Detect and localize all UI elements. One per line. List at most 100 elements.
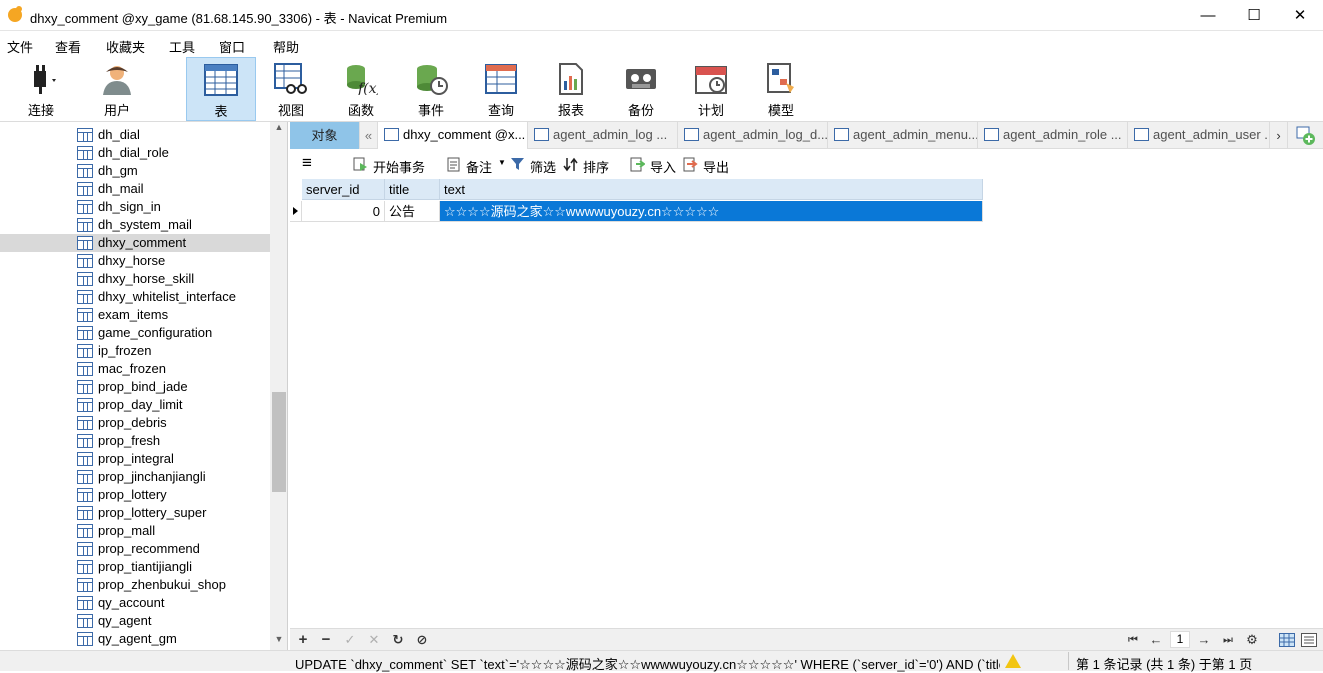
tree-item-table[interactable]: ip_frozen — [0, 342, 270, 360]
table-icon — [77, 326, 93, 340]
tree-item-table[interactable]: dh_mail — [0, 180, 270, 198]
scroll-thumb[interactable] — [272, 392, 286, 492]
cell-server-id[interactable]: 0 — [302, 201, 385, 222]
data-grid[interactable]: server_id title text 0 公告 ☆☆☆☆源码之家☆☆wwww… — [290, 178, 1323, 628]
table-icon — [77, 614, 93, 628]
menu-view[interactable]: 查看 — [55, 37, 81, 56]
tree-item-table[interactable]: prop_bind_jade — [0, 378, 270, 396]
prev-page-button[interactable]: ← — [1147, 631, 1165, 649]
begin-transaction-button[interactable]: 开始事务 — [353, 155, 433, 175]
next-page-button[interactable]: → — [1195, 631, 1213, 649]
tree-item-table[interactable]: dh_sign_in — [0, 198, 270, 216]
tree-item-table[interactable]: game_configuration — [0, 324, 270, 342]
user-button[interactable]: 用户 — [82, 57, 152, 121]
connect-button[interactable]: 连接 — [6, 57, 76, 121]
tree-scrollbar[interactable]: ▲ ▼ — [270, 122, 287, 650]
tree-item-table[interactable]: prop_mall — [0, 522, 270, 540]
tree-item-table[interactable]: dh_gm — [0, 162, 270, 180]
tree-item-table[interactable]: dhxy_horse_skill — [0, 270, 270, 288]
menu-help[interactable]: 帮助 — [273, 37, 299, 56]
refresh-button[interactable]: ↻ — [389, 631, 407, 649]
maximize-button[interactable]: ☐ — [1231, 0, 1277, 31]
schedule-button[interactable]: 计划 — [676, 57, 746, 121]
tree-item-table[interactable]: prop_day_limit — [0, 396, 270, 414]
sort-button[interactable]: 排序 — [563, 155, 613, 175]
connect-label: 连接 — [27, 103, 54, 118]
scroll-up-icon[interactable]: ▲ — [270, 122, 287, 132]
model-button[interactable]: 模型 — [746, 57, 816, 121]
tree-item-table[interactable]: dhxy_comment — [0, 234, 270, 252]
cell-text[interactable]: ☆☆☆☆源码之家☆☆wwwwuyouzy.cn☆☆☆☆☆ — [440, 201, 983, 222]
tree-item-table[interactable]: mac_frozen — [0, 360, 270, 378]
tree-item-table[interactable]: prop_debris — [0, 414, 270, 432]
tree-item-table[interactable]: prop_tiantijiangli — [0, 558, 270, 576]
tree-item-table[interactable]: qy_account — [0, 594, 270, 612]
current-row-indicator-icon[interactable] — [290, 201, 302, 222]
tree-item-table[interactable]: dhxy_whitelist_interface — [0, 288, 270, 306]
query-button[interactable]: 查询 — [466, 57, 536, 121]
report-button[interactable]: 报表 — [536, 57, 606, 121]
tab-dhxy-comment[interactable]: dhxy_comment @x... — [378, 122, 528, 149]
import-button[interactable]: 导入 — [630, 155, 680, 175]
filter-button[interactable]: 筛选 — [510, 155, 560, 175]
tree-item-table[interactable]: dh_system_mail — [0, 216, 270, 234]
menu-tools[interactable]: 工具 — [169, 37, 195, 56]
view-button[interactable]: 视图 — [256, 57, 326, 121]
tab-scroll-right-icon[interactable]: › — [1270, 122, 1288, 149]
tab-objects[interactable]: 对象 — [290, 122, 360, 149]
grid-settings-button[interactable]: ⚙ — [1243, 631, 1261, 649]
apply-changes-button[interactable]: ✓ — [341, 631, 359, 649]
note-button[interactable]: 备注 ▼ — [446, 155, 508, 175]
tree-item-table[interactable]: qy_agent — [0, 612, 270, 630]
minimize-button[interactable]: — — [1185, 0, 1231, 31]
event-button[interactable]: 事件 — [396, 57, 466, 121]
tree-item-table[interactable]: dh_dial — [0, 126, 270, 144]
tree-item-table[interactable]: prop_recommend — [0, 540, 270, 558]
backup-button[interactable]: 备份 — [606, 57, 676, 121]
tree-item-table[interactable]: exam_items — [0, 306, 270, 324]
tab-agent-admin-role[interactable]: agent_admin_role ... — [978, 122, 1128, 149]
delete-record-button[interactable]: − — [317, 631, 335, 649]
tree-item-table[interactable]: prop_zhenbukui_shop — [0, 576, 270, 594]
tab-agent-admin-user[interactable]: agent_admin_user ... — [1128, 122, 1270, 149]
discard-changes-button[interactable]: ✕ — [365, 631, 383, 649]
export-button[interactable]: 导出 — [683, 155, 733, 175]
tree-item-table[interactable]: dhxy_horse — [0, 252, 270, 270]
column-header-server-id[interactable]: server_id — [302, 179, 385, 200]
page-number-input[interactable]: 1 — [1170, 631, 1190, 648]
tab-scroll-left-icon[interactable]: « — [360, 122, 378, 149]
cell-title[interactable]: 公告 — [385, 201, 440, 222]
stop-button[interactable]: ⊘ — [413, 631, 431, 649]
main-toolbar: 连接 用户 表 视图 f(x) 函数 事件 查询 报表 备份 计划 模型 — [0, 57, 1323, 122]
tree-item-table[interactable]: prop_lottery — [0, 486, 270, 504]
object-tree[interactable]: dh_dial dh_dial_role dh_gm dh_mail dh_sign_i… — [0, 122, 288, 650]
svg-text:f(x): f(x) — [357, 81, 378, 95]
tab-agent-admin-log[interactable]: agent_admin_log ... — [528, 122, 678, 149]
table-button[interactable]: 表 — [186, 57, 256, 121]
form-view-icon[interactable] — [1300, 631, 1318, 649]
first-page-button[interactable]: ⏮ — [1124, 631, 1142, 649]
tree-item-table[interactable]: qy_agent_gm — [0, 630, 270, 648]
hamburger-menu-icon[interactable]: ≡ — [302, 153, 322, 173]
tree-item-table[interactable]: prop_integral — [0, 450, 270, 468]
tree-item-table[interactable]: dh_dial_role — [0, 144, 270, 162]
menu-file[interactable]: 文件 — [7, 37, 33, 56]
tab-agent-admin-log-d[interactable]: agent_admin_log_d... — [678, 122, 828, 149]
tree-item-table[interactable]: prop_jinchanjiangli — [0, 468, 270, 486]
grid-view-icon[interactable] — [1278, 631, 1296, 649]
tree-item-label: dhxy_horse_skill — [98, 271, 195, 286]
add-record-button[interactable]: + — [294, 631, 312, 649]
tree-item-table[interactable]: prop_lottery_super — [0, 504, 270, 522]
function-icon: f(x) — [347, 65, 378, 95]
new-tab-icon[interactable] — [1294, 122, 1318, 149]
column-header-title[interactable]: title — [385, 179, 440, 200]
tree-item-table[interactable]: prop_fresh — [0, 432, 270, 450]
scroll-down-icon[interactable]: ▼ — [270, 634, 287, 644]
function-button[interactable]: f(x) 函数 — [326, 57, 396, 121]
last-page-button[interactable]: ⏭ — [1219, 631, 1237, 649]
column-header-text[interactable]: text — [440, 179, 983, 200]
menu-favorites[interactable]: 收藏夹 — [106, 37, 145, 56]
close-button[interactable]: ✕ — [1277, 0, 1323, 31]
menu-window[interactable]: 窗口 — [219, 37, 245, 56]
tab-agent-admin-menu[interactable]: agent_admin_menu... — [828, 122, 978, 149]
